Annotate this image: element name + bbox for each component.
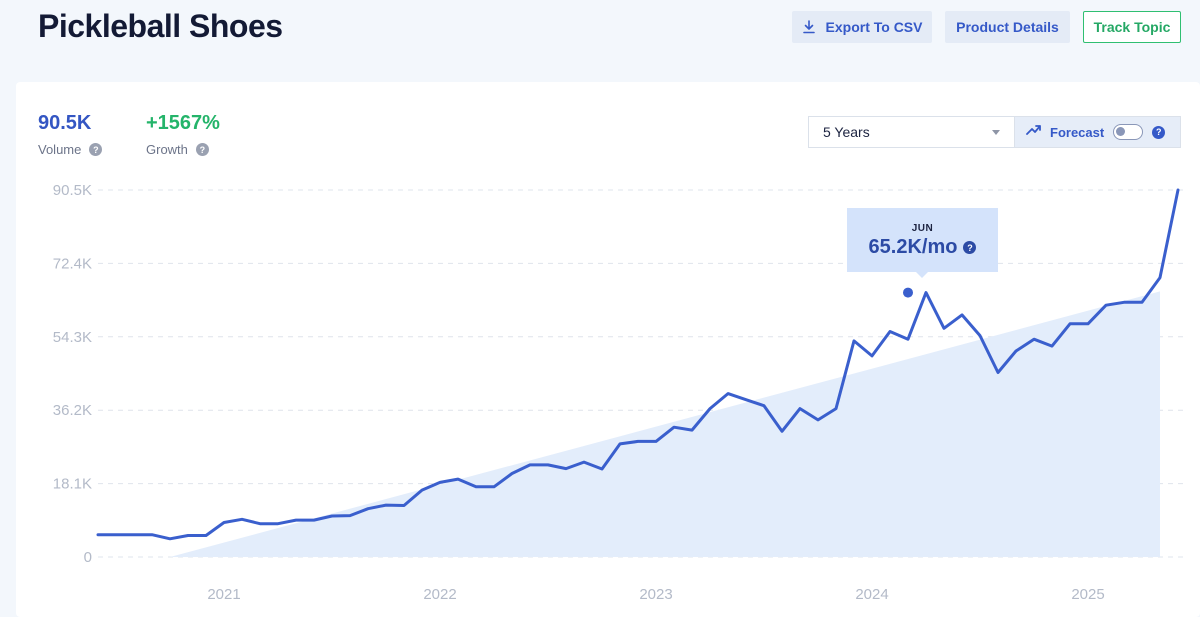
trending-up-icon [1026,123,1042,141]
trend-area [170,291,1160,557]
x-tick-label: 2021 [207,586,240,603]
time-range-value: 5 Years [823,124,870,140]
chart-tooltip: JUN 65.2K/mo ? [847,208,998,278]
trend-chart: 0 18.1K 36.2K 54.3K 72.4K 90.5K 2021 2022 2023 2… [53,182,1184,603]
volume-label: Volume [38,142,82,157]
help-icon[interactable]: ? [1152,125,1166,139]
x-tick-label: 2022 [423,586,456,603]
time-range-select[interactable]: 5 Years [808,116,1015,148]
y-tick-label: 36.2K [53,402,92,419]
forecast-toggle[interactable] [1113,124,1144,140]
volume-value: 90.5K [38,112,92,134]
growth-value: +1567% [146,112,220,134]
volume-label-row: Volume ? [38,142,103,157]
growth-stat: +1567% Growth ? [146,112,220,157]
chevron-down-icon [992,130,1000,135]
y-tick-label: 54.3K [53,329,92,346]
help-icon[interactable]: ? [89,143,103,156]
tooltip-value: 65.2K/mo [868,236,958,258]
highlight-point[interactable] [903,287,913,298]
help-icon[interactable]: ? [963,241,977,254]
x-tick-label: 2025 [1071,586,1104,603]
y-tick-label: 0 [84,549,92,566]
forecast-control: Forecast ? [1014,116,1181,148]
tooltip-value-row: 65.2K/mo ? [847,236,998,259]
toggle-knob [1116,127,1126,136]
x-tick-label: 2023 [639,586,672,603]
growth-label-row: Growth ? [146,142,220,157]
forecast-label: Forecast [1050,124,1105,140]
y-tick-label: 18.1K [53,476,92,493]
tooltip-month: JUN [911,223,934,234]
help-icon[interactable]: ? [195,143,209,156]
x-tick-label: 2024 [855,586,888,603]
growth-label: Growth [146,142,188,157]
y-tick-label: 90.5K [53,182,92,199]
y-tick-label: 72.4K [53,255,92,272]
volume-stat: 90.5K Volume ? [38,112,103,157]
